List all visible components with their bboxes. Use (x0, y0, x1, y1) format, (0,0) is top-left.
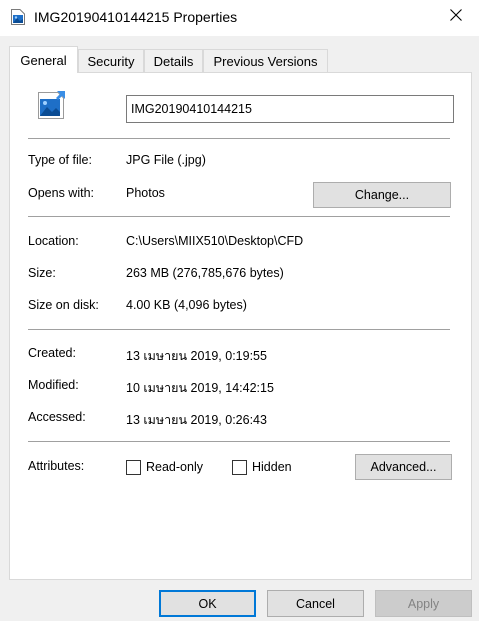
properties-window: IMG20190410144215 Properties General Sec… (0, 0, 479, 621)
tab-security[interactable]: Security (78, 49, 144, 72)
window-title: IMG20190410144215 Properties (34, 9, 238, 25)
image-file-icon (35, 89, 67, 121)
checkbox-box[interactable] (232, 459, 247, 475)
separator (28, 441, 450, 442)
tab-previous-versions[interactable]: Previous Versions (203, 49, 328, 72)
advanced-button[interactable]: Advanced... (355, 454, 452, 480)
modified-label: Modified: (28, 378, 79, 392)
title-bar: IMG20190410144215 Properties (0, 0, 479, 36)
tab-general[interactable]: General (9, 46, 78, 73)
general-panel (9, 72, 472, 580)
created-value: 13 เมษายน 2019, 0:19:55 (126, 349, 267, 363)
accessed-label: Accessed: (28, 410, 86, 424)
separator (28, 329, 450, 330)
readonly-label: Read-only (146, 460, 203, 474)
size-label: Size: (28, 266, 56, 280)
separator (28, 216, 450, 217)
image-file-icon (11, 9, 25, 25)
checkbox-box[interactable] (126, 459, 141, 475)
readonly-checkbox[interactable]: Read-only (126, 458, 203, 476)
type-of-file-value: JPG File (.jpg) (126, 153, 206, 167)
close-icon (450, 8, 462, 24)
size-on-disk-label: Size on disk: (28, 298, 99, 312)
type-of-file-label: Type of file: (28, 153, 92, 167)
size-on-disk-value: 4.00 KB (4,096 bytes) (126, 298, 247, 312)
hidden-label: Hidden (252, 460, 292, 474)
cancel-button[interactable]: Cancel (267, 590, 364, 617)
modified-value: 10 เมษายน 2019, 14:42:15 (126, 381, 274, 395)
filename-input[interactable] (126, 95, 454, 123)
tab-details[interactable]: Details (144, 49, 203, 72)
tab-strip: General Security Details Previous Versio… (9, 46, 479, 73)
location-value: C:\Users\MIIX510\Desktop\CFD (126, 234, 304, 248)
separator (28, 138, 450, 139)
created-label: Created: (28, 346, 76, 360)
size-value: 263 MB (276,785,676 bytes) (126, 266, 284, 280)
change-button[interactable]: Change... (313, 182, 451, 208)
attributes-label: Attributes: (28, 459, 85, 473)
close-button[interactable] (433, 0, 479, 32)
hidden-checkbox[interactable]: Hidden (232, 458, 292, 476)
apply-button[interactable]: Apply (375, 590, 472, 617)
location-label: Location: (28, 234, 79, 248)
ok-button[interactable]: OK (159, 590, 256, 617)
opens-with-label: Opens with: (28, 186, 95, 200)
opens-with-value: Photos (126, 186, 165, 200)
accessed-value: 13 เมษายน 2019, 0:26:43 (126, 413, 267, 427)
